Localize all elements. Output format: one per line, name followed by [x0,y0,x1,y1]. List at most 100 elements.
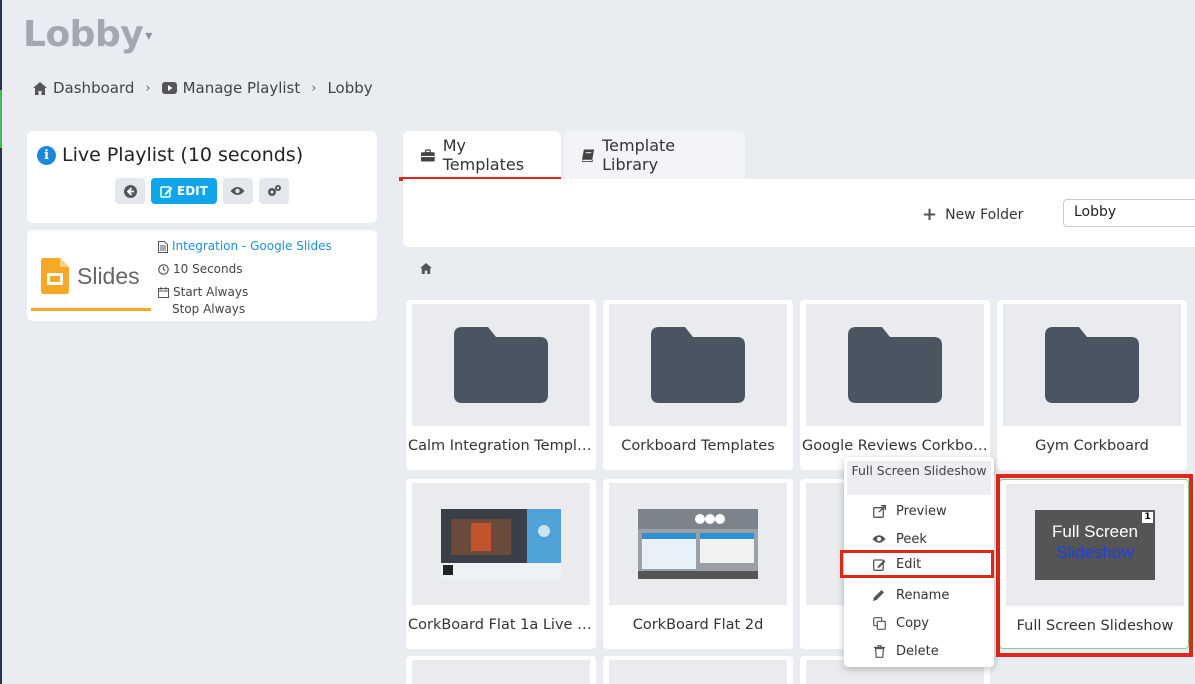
youtube-play-icon [161,82,177,94]
settings-button[interactable] [258,178,289,204]
template-screenshot-image [638,509,758,579]
folder-card[interactable]: Calm Integration Template [406,300,596,470]
folder-thumb [806,304,984,426]
template-label: CorkBoard Flat 1a Live Ne... [408,617,596,633]
folder-label: Calm Integration Template [408,438,596,454]
menu-item-edit[interactable]: Edit [840,550,994,578]
folder-icon [848,327,942,403]
menu-item-peek[interactable]: Peek [844,525,994,553]
left-edge-accent [0,90,2,148]
template-thumb [412,660,590,684]
menu-item-label: Edit [896,556,922,572]
folder-icon [1045,327,1139,403]
live-playlist-title: i Live Playlist (10 seconds) [37,144,303,166]
item-name-row: Integration - Google Slides [158,235,332,258]
folder-select[interactable]: Lobby [1063,199,1195,227]
template-thumb [609,660,787,684]
calendar-icon [158,286,169,298]
briefcase-icon [421,148,435,161]
page-title-text: Lobby [23,14,144,55]
edit-button-label: EDIT [177,184,208,198]
folder-thumb [1003,304,1181,426]
info-icon: i [37,145,56,165]
new-folder-label: New Folder [945,206,1024,223]
edit-icon [160,185,173,198]
preview-button[interactable] [222,178,253,204]
live-playlist-actions: EDIT [115,178,289,204]
breadcrumb-lobby: Lobby [327,79,372,97]
context-menu-header: Full Screen Slideshow [847,461,991,495]
chevron-down-icon[interactable]: ▾ [145,28,152,44]
template-thumb [412,483,590,605]
google-slides-logo: Slides [41,258,140,294]
page-title[interactable]: Lobby ▾ [23,14,152,55]
item-stop-row: Stop Always [158,301,332,317]
file-icon [158,240,168,253]
folder-label: Google Reviews Corkboard [802,438,990,454]
template-screenshot-image [441,509,561,579]
menu-item-label: Copy [896,615,929,631]
menu-item-label: Preview [896,503,947,519]
menu-item-label: Rename [896,587,950,603]
menu-item-rename[interactable]: Rename [844,581,994,609]
breadcrumb-manage-playlist[interactable]: Manage Playlist [161,79,301,97]
playlist-item-card[interactable]: Slides Integration - Google Slides 10 Se… [27,230,377,321]
item-start: Start Always [173,285,249,299]
live-playlist-panel: i Live Playlist (10 seconds) EDIT [27,131,377,223]
breadcrumb-separator: › [145,80,151,96]
item-duration: 10 Seconds [173,262,243,276]
template-card[interactable]: CorkBoard Flat 1a Live Ne... [406,479,596,649]
tab-my-templates-label: My Templates [442,136,525,174]
folder-home-button[interactable] [420,259,432,278]
item-accent-bar [31,308,151,311]
menu-item-label: Peek [896,531,927,547]
item-name-link[interactable]: Integration - Google Slides [172,235,332,258]
new-folder-button[interactable]: + New Folder [922,204,1023,225]
clock-icon [158,264,169,275]
menu-item-copy[interactable]: Copy [844,609,994,637]
folder-thumb [412,304,590,426]
back-circle-icon [123,184,137,198]
slides-logo-text: Slides [77,262,140,289]
google-slides-icon [41,258,69,294]
breadcrumb-lobby-label: Lobby [327,79,373,97]
breadcrumb-dashboard[interactable]: Dashboard [33,79,134,97]
templates-toolbar: + New Folder Lobby [403,179,1195,247]
book-icon [582,148,595,162]
template-card[interactable]: CorkBoard Flat 2d [603,479,793,649]
back-button[interactable] [115,178,145,204]
item-duration-row: 10 Seconds [158,258,332,281]
trash-icon [873,644,885,658]
tab-template-library[interactable]: Template Library [564,131,745,179]
eye-icon [230,187,245,195]
folder-label: Gym Corkboard [1035,438,1149,454]
folder-icon [651,327,745,403]
menu-item-label: Delete [896,643,939,659]
playlist-item-details: Integration - Google Slides 10 Seconds S… [158,235,332,317]
pencil-icon [873,590,884,601]
menu-item-preview[interactable]: Preview [844,497,994,525]
folder-thumb [609,304,787,426]
folder-card[interactable]: Google Reviews Corkboard [800,300,990,470]
template-card[interactable] [603,656,793,684]
menu-item-delete[interactable]: Delete [844,637,994,665]
folder-label: Corkboard Templates [621,438,775,454]
tab-template-library-label: Template Library [602,136,676,174]
edit-button[interactable]: EDIT [151,178,217,204]
live-playlist-title-text: Live Playlist (10 seconds) [62,144,304,166]
folder-card[interactable]: Gym Corkboard [997,300,1187,470]
gears-icon [267,185,281,196]
template-thumb [609,483,787,605]
external-link-icon [872,504,886,518]
edit-icon [872,558,885,571]
tab-my-templates[interactable]: My Templates [399,131,561,181]
item-start-row: Start Always [158,283,332,301]
template-card[interactable] [406,656,596,684]
plus-icon: + [922,204,938,225]
home-icon [33,81,47,95]
breadcrumb-manage-playlist-label: Manage Playlist [182,79,301,97]
item-stop: Stop Always [172,302,246,316]
folder-card[interactable]: Corkboard Templates [603,300,793,470]
template-context-menu: Full Screen Slideshow Preview Peek Edit … [840,457,994,667]
breadcrumb-separator: › [311,80,317,96]
